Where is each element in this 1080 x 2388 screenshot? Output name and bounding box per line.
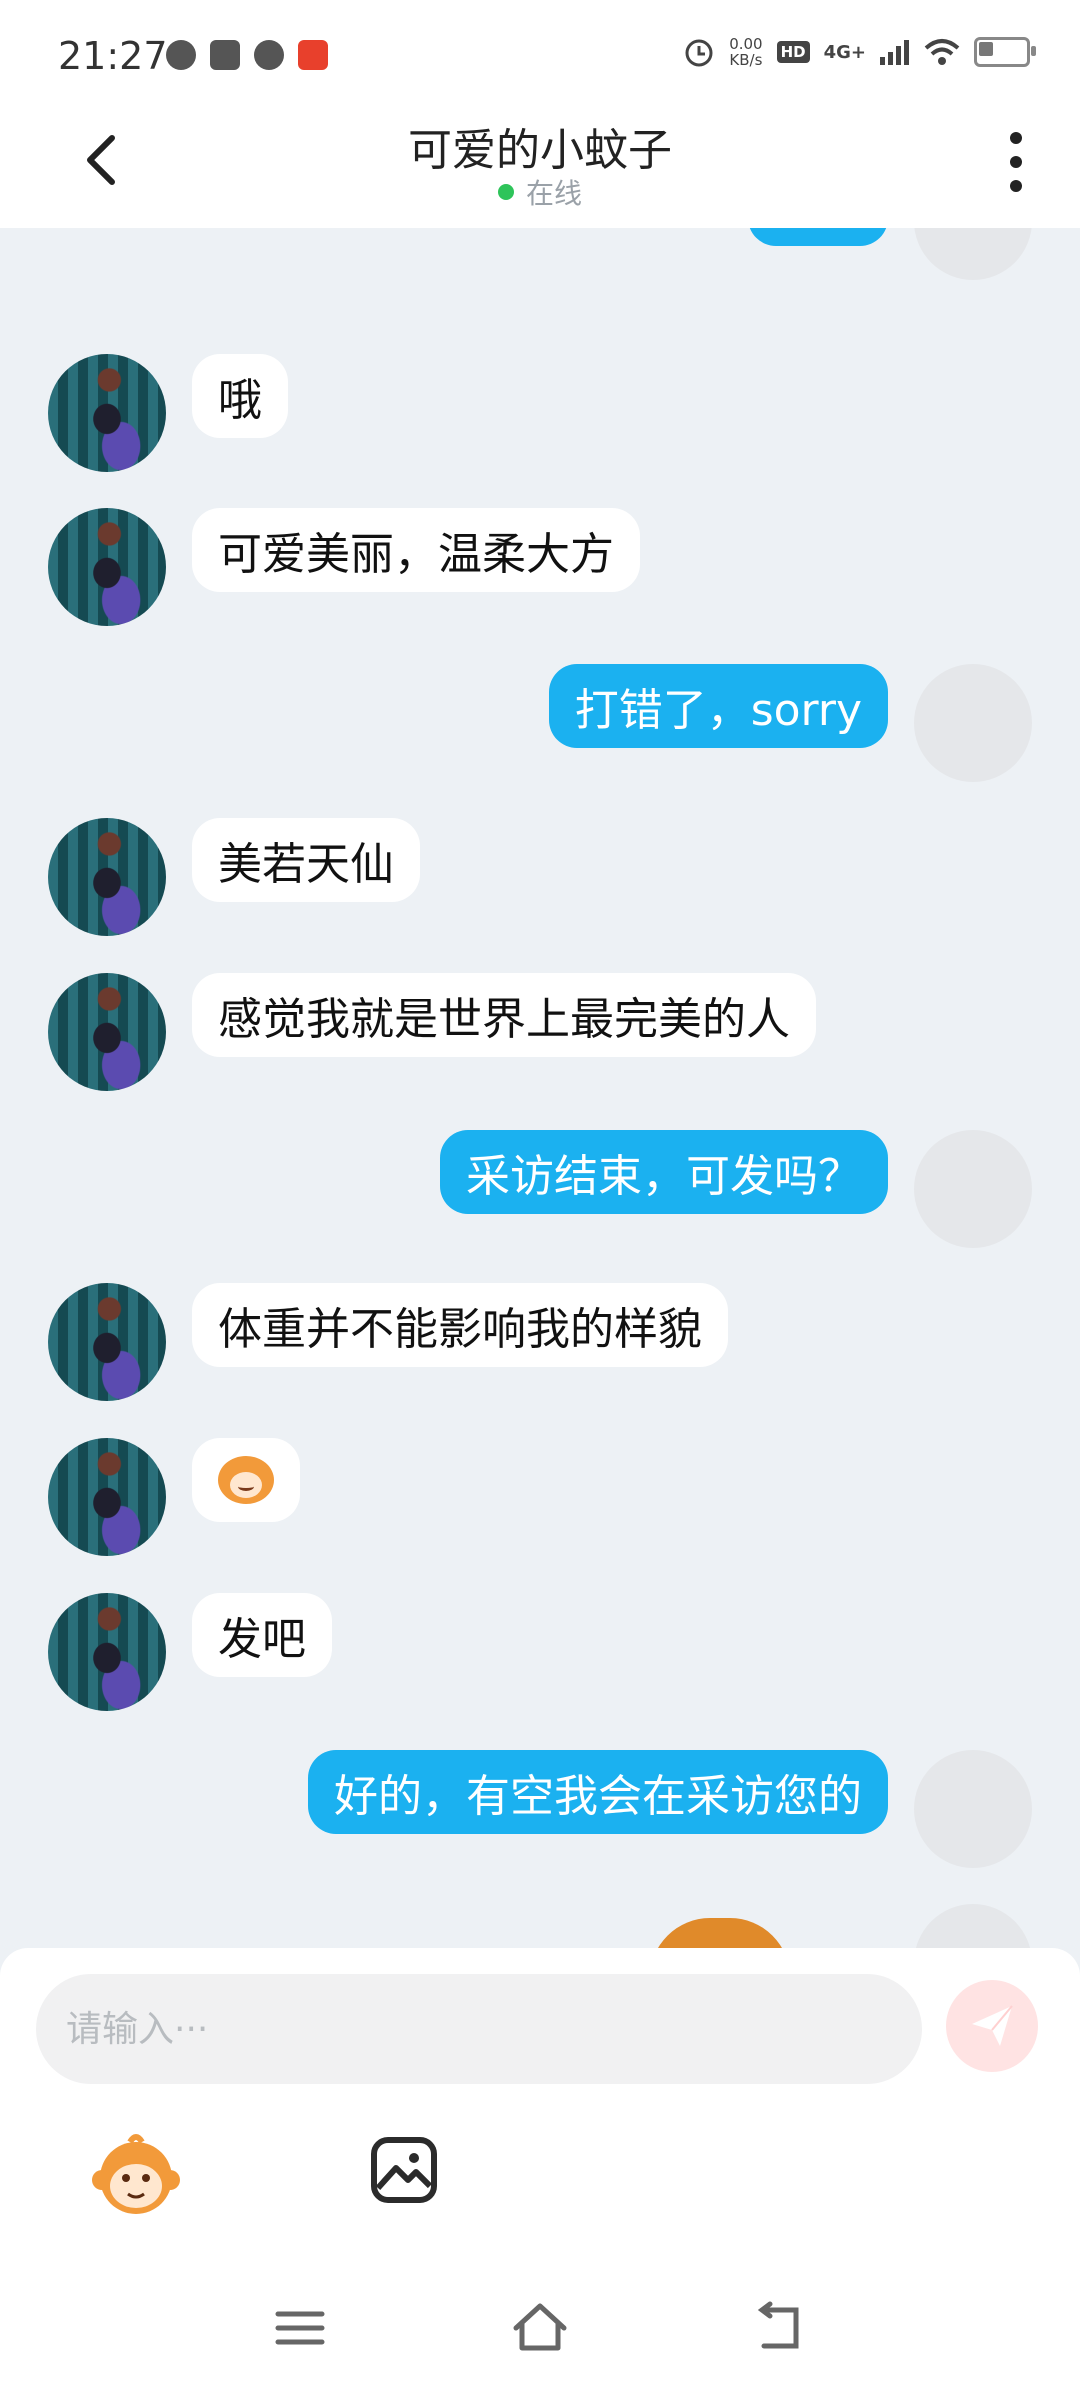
- status-time: 21:27: [58, 34, 168, 78]
- contact-avatar[interactable]: [48, 1438, 166, 1556]
- battery-icon: [974, 37, 1036, 67]
- alarm-icon: [685, 39, 713, 67]
- status-bar: 21:27 0.00 KB/s HD 4G+: [0, 0, 1080, 100]
- contact-avatar[interactable]: [48, 354, 166, 472]
- vpn-globe-icon: [166, 40, 196, 70]
- message-row: 可爱美丽，温柔大方: [0, 508, 1080, 628]
- sent-message-bubble[interactable]: 采访结束，可发吗？: [440, 1130, 888, 1214]
- wifi-icon: [924, 39, 960, 65]
- message-row: 体重并不能影响我的样貌: [0, 1283, 1080, 1403]
- menu-icon[interactable]: [270, 2298, 330, 2358]
- contact-avatar[interactable]: [48, 973, 166, 1091]
- my-avatar[interactable]: [914, 1904, 1032, 1948]
- more-options-button[interactable]: [1004, 132, 1028, 196]
- chat-title: 可爱的小蚊子: [408, 125, 672, 176]
- my-avatar[interactable]: [914, 1750, 1032, 1868]
- dot-icon: [1010, 180, 1022, 192]
- home-icon[interactable]: [510, 2298, 570, 2358]
- message-input-wrapper: [36, 1974, 922, 2084]
- online-dot-icon: [497, 184, 514, 200]
- system-nav-bar: [0, 2270, 1080, 2388]
- received-message-bubble[interactable]: 可爱美丽，温柔大方: [192, 508, 640, 592]
- message-row: 打错了，sorry: [0, 664, 1080, 784]
- contact-avatar[interactable]: [48, 1593, 166, 1711]
- dot-icon: [1010, 156, 1022, 168]
- message-row: 发吧: [0, 1593, 1080, 1713]
- received-sticker-bubble[interactable]: [192, 1438, 300, 1522]
- dot-icon: [1010, 132, 1022, 144]
- paper-plane-icon: [972, 2005, 1013, 2046]
- received-message-bubble[interactable]: 体重并不能影响我的样貌: [192, 1283, 728, 1367]
- message-input[interactable]: [36, 1974, 922, 2084]
- back-nav-icon[interactable]: [750, 2298, 810, 2358]
- wechat-icon: [254, 40, 284, 70]
- net-speed: 0.00 KB/s: [729, 35, 763, 69]
- notification-icons: [166, 40, 328, 70]
- composer-panel: [0, 1948, 1080, 2388]
- received-message-bubble[interactable]: 美若天仙: [192, 818, 420, 902]
- message-row: [0, 1904, 1080, 1948]
- received-message-bubble[interactable]: 哦: [192, 354, 288, 438]
- message-row: 感觉我就是世界上最完美的人: [0, 973, 1080, 1093]
- signal-icon: [880, 40, 909, 65]
- online-status: 在线: [0, 172, 1080, 212]
- message-row: 好的，有空我会在采访您的: [0, 1750, 1080, 1870]
- hd-badge: HD: [776, 41, 810, 63]
- contact-avatar[interactable]: [48, 818, 166, 936]
- my-avatar[interactable]: [914, 1130, 1032, 1248]
- message-row: 美若天仙: [0, 818, 1080, 938]
- received-message-bubble[interactable]: 感觉我就是世界上最完美的人: [192, 973, 816, 1057]
- sent-message-bubble[interactable]: 样貌: [748, 228, 888, 246]
- monkey-emoji-icon: [218, 1456, 274, 1504]
- sent-message-bubble[interactable]: 打错了，sorry: [548, 664, 888, 748]
- system-indicators: 0.00 KB/s HD 4G+: [683, 35, 1036, 69]
- message-row: 哦: [0, 354, 1080, 474]
- chat-header: 可爱的小蚊子 在线: [0, 100, 1080, 228]
- my-avatar[interactable]: [914, 664, 1032, 782]
- my-avatar[interactable]: [914, 228, 1032, 280]
- message-list[interactable]: 样貌 哦 可爱美丽，温柔大方 打错了，sorry 美若天仙 感觉我就是世界上最完…: [0, 228, 1080, 1948]
- message-row: 采访结束，可发吗？: [0, 1130, 1080, 1250]
- sent-message-bubble[interactable]: 好的，有空我会在采访您的: [308, 1750, 888, 1834]
- image-picker-icon[interactable]: [368, 2134, 440, 2206]
- network-type: 4G+: [823, 41, 866, 63]
- shopping-app-icon: [298, 40, 328, 70]
- received-message-bubble[interactable]: 发吧: [192, 1593, 332, 1677]
- contact-avatar[interactable]: [48, 508, 166, 626]
- gallery-app-icon: [210, 40, 240, 70]
- monkey-emoji-icon[interactable]: [90, 2128, 182, 2220]
- message-row: [0, 1438, 1080, 1558]
- contact-avatar[interactable]: [48, 1283, 166, 1401]
- send-button[interactable]: [946, 1980, 1038, 2072]
- message-row: 样貌: [0, 228, 1080, 282]
- online-status-label: 在线: [525, 177, 582, 210]
